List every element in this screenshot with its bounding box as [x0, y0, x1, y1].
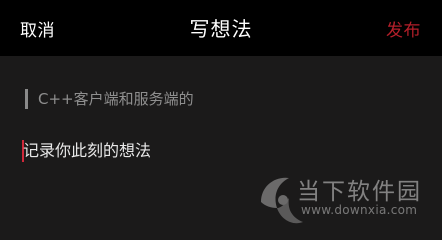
page-title: 写想法	[189, 17, 253, 41]
top-bar: 取消 写想法 发布	[0, 0, 442, 56]
publish-button[interactable]: 发布	[386, 16, 421, 41]
watermark-site-name: 当下软件园	[297, 179, 422, 205]
quoted-source-text: C++客户端和服务端的	[25, 89, 194, 109]
thought-input[interactable]: 记录你此刻的想法	[23, 140, 151, 162]
watermark-url: www.downxia.com	[301, 203, 418, 217]
